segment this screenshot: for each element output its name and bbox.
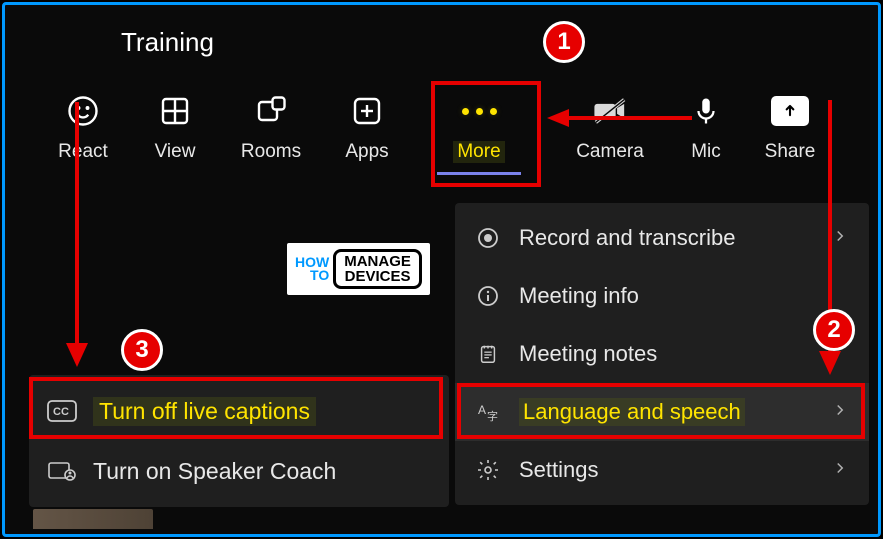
view-button[interactable]: View [129, 85, 221, 169]
language-submenu: CC Turn off live captions Turn on Speake… [29, 375, 449, 507]
camera-off-icon [590, 91, 630, 131]
participant-video-tile [33, 509, 153, 529]
share-icon [771, 91, 809, 131]
settings-label: Settings [519, 457, 813, 483]
settings-item[interactable]: Settings [455, 441, 869, 499]
notes-label: Meeting notes [519, 341, 849, 367]
step-badge-1: 1 [543, 21, 585, 63]
language-label: Language and speech [519, 398, 745, 426]
react-button[interactable]: React [37, 85, 129, 169]
react-label: React [58, 141, 108, 163]
ellipsis-icon [462, 91, 497, 131]
rooms-label: Rooms [241, 141, 301, 163]
watermark-to: TO [295, 269, 329, 282]
chevron-right-icon [831, 459, 849, 482]
meeting-info-item[interactable]: Meeting info [455, 267, 869, 325]
step-badge-3: 3 [121, 329, 163, 371]
step-badge-2: 2 [813, 309, 855, 351]
rooms-button[interactable]: Rooms [221, 85, 321, 169]
gear-icon [475, 457, 501, 483]
svg-text:A: A [478, 403, 486, 417]
record-label: Record and transcribe [519, 225, 813, 251]
record-icon [475, 225, 501, 251]
smiley-icon [65, 91, 101, 131]
share-label: Share [765, 141, 816, 163]
apps-label: Apps [345, 141, 388, 163]
watermark-logo: HOW TO MANAGE DEVICES [287, 243, 430, 295]
mic-button[interactable]: Mic [667, 85, 745, 169]
chevron-right-icon [831, 227, 849, 250]
cc-icon: CC [47, 398, 77, 424]
more-label: More [453, 141, 504, 163]
chevron-right-icon [831, 401, 849, 424]
mic-label: Mic [691, 141, 721, 163]
speaker-coach-item[interactable]: Turn on Speaker Coach [29, 441, 449, 501]
speaker-coach-icon [47, 458, 77, 484]
more-dropdown: Record and transcribe Meeting info Meeti… [455, 203, 869, 505]
toggle-live-captions-item[interactable]: CC Turn off live captions [29, 381, 449, 441]
record-transcribe-item[interactable]: Record and transcribe [455, 209, 869, 267]
svg-text:字: 字 [487, 409, 498, 423]
meeting-toolbar: React View Rooms Apps More [37, 85, 858, 169]
camera-label: Camera [576, 141, 644, 163]
mic-icon [691, 91, 721, 131]
grid-icon [157, 91, 193, 131]
meeting-notes-item[interactable]: Meeting notes [455, 325, 869, 383]
speaker-coach-label: Turn on Speaker Coach [93, 458, 336, 485]
language-speech-item[interactable]: A字 Language and speech [455, 383, 869, 441]
view-label: View [155, 141, 196, 163]
watermark-devices: DEVICES [344, 269, 411, 284]
notes-icon [475, 341, 501, 367]
apps-plus-icon [349, 91, 385, 131]
rooms-icon [253, 91, 289, 131]
info-label: Meeting info [519, 283, 849, 309]
more-button[interactable]: More [429, 85, 529, 169]
apps-button[interactable]: Apps [321, 85, 413, 169]
app-frame: Training React View Rooms Apps [2, 2, 881, 537]
info-icon [475, 283, 501, 309]
watermark-manage: MANAGE [344, 254, 411, 269]
meeting-title: Training [121, 27, 214, 58]
svg-text:CC: CC [53, 406, 69, 418]
captions-label: Turn off live captions [93, 397, 316, 426]
camera-button[interactable]: Camera [553, 85, 667, 169]
language-icon: A字 [475, 399, 501, 425]
share-button[interactable]: Share [745, 85, 835, 169]
